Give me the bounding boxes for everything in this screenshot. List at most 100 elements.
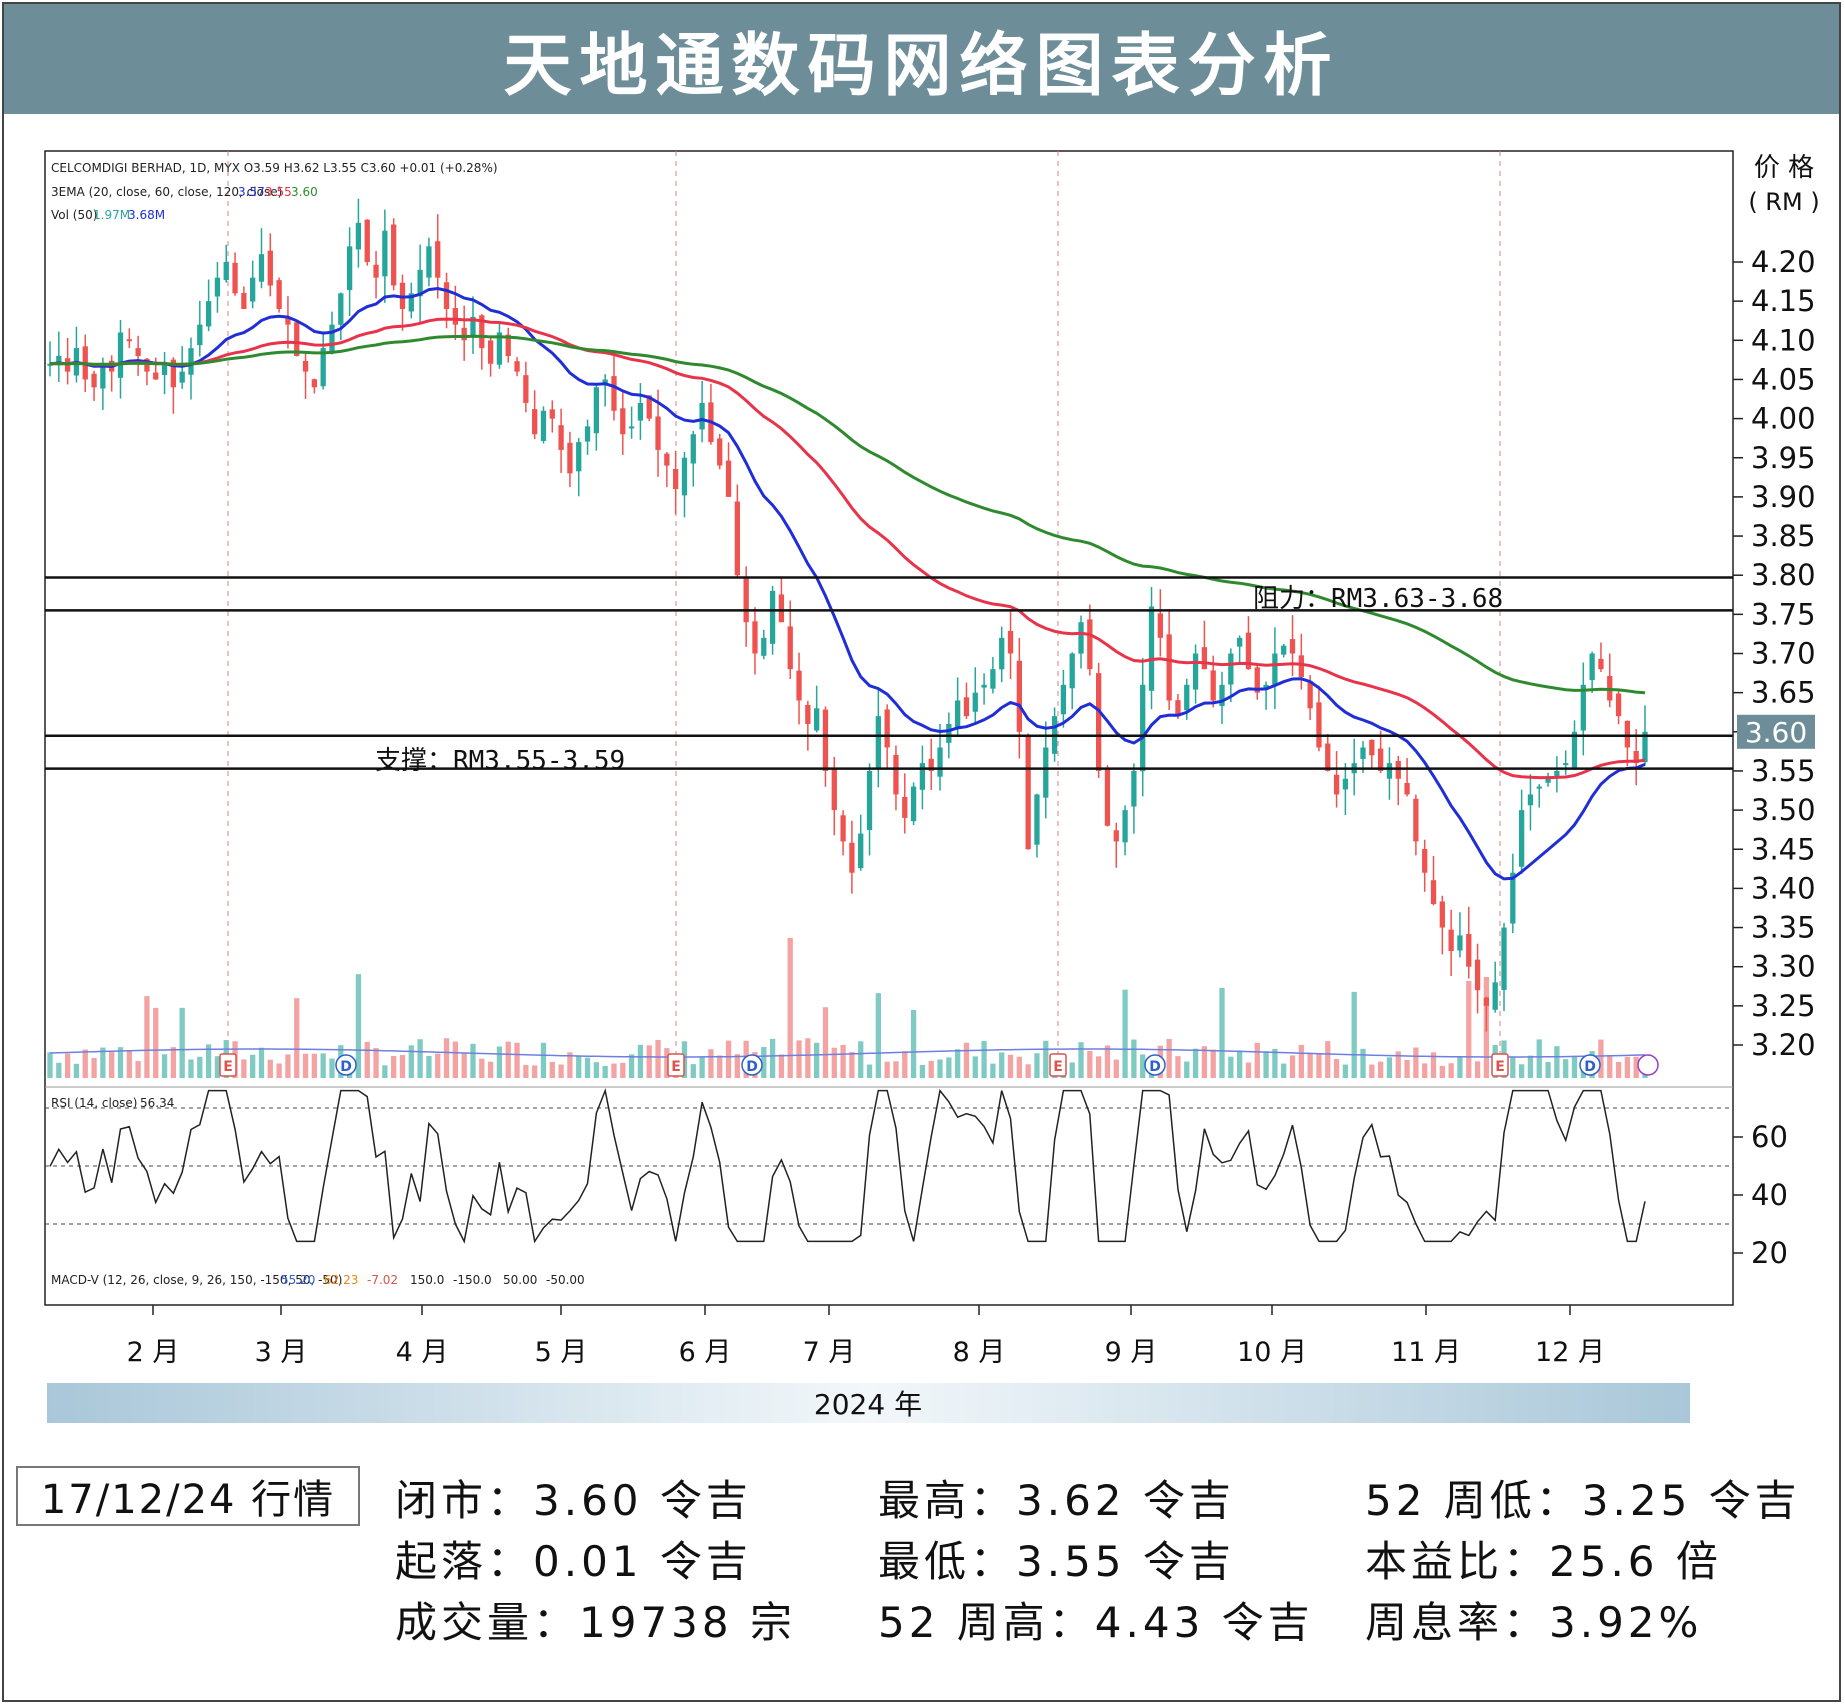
volume-bar <box>144 996 150 1078</box>
price-tick-label: 3.95 <box>1751 441 1816 475</box>
candle-body <box>1157 613 1163 638</box>
macd-value: 50.00 <box>503 1273 537 1287</box>
candle-body <box>276 280 282 309</box>
candle-body <box>576 442 582 472</box>
candle-body <box>1422 849 1428 873</box>
volume-bar <box>408 1045 414 1078</box>
candle-body <box>1430 880 1437 905</box>
candle-body <box>1501 927 1507 990</box>
month-label: 9 月 <box>1105 1337 1158 1368</box>
candle-body <box>1060 684 1067 715</box>
price-tick-label: 3.35 <box>1751 911 1816 945</box>
price-axis-title: 价 格 <box>1754 153 1814 183</box>
candle-body <box>690 434 696 464</box>
volume-bar <box>1510 1057 1516 1078</box>
volume-bar <box>717 1055 723 1078</box>
volume-bar <box>320 1053 326 1078</box>
candle-body <box>1615 693 1622 717</box>
volume-bar <box>258 1047 265 1078</box>
volume-bar <box>179 1007 185 1078</box>
volume-bar <box>1007 1054 1014 1078</box>
stat-change: 起落：0.01 令吉 <box>395 1537 752 1586</box>
candle-body <box>1571 731 1578 770</box>
stat-volume: 成交量：19738 宗 <box>395 1598 796 1647</box>
candle-body <box>532 409 538 435</box>
volume-bar <box>699 1057 705 1078</box>
volume-bar <box>981 1040 987 1078</box>
volume-bar <box>708 1049 714 1078</box>
candle-body <box>1333 774 1340 795</box>
volume-bar <box>1096 1056 1102 1078</box>
candle-body <box>893 754 899 795</box>
volume-bar <box>426 1055 432 1078</box>
volume-bar <box>884 1061 890 1078</box>
macd-value: -50.00 <box>546 1273 585 1287</box>
volume-bar <box>999 1052 1005 1078</box>
candle-body <box>981 684 987 688</box>
candle-body <box>778 594 785 623</box>
volume-bar <box>1474 1061 1481 1078</box>
candle-body <box>972 692 978 712</box>
price-tick-label: 3.75 <box>1751 597 1816 631</box>
volume-bar <box>637 1044 644 1078</box>
month-label: 6 月 <box>679 1337 732 1368</box>
marker-label: E <box>671 1059 681 1075</box>
candle-body <box>664 453 670 466</box>
candle-body <box>1342 778 1349 790</box>
volume-bar <box>593 1062 599 1078</box>
candle-body <box>223 262 229 281</box>
volume-bar <box>1104 1045 1111 1078</box>
price-tick-label: 3.45 <box>1751 832 1816 866</box>
candle-body <box>1281 645 1287 655</box>
volume-bar <box>1457 1057 1463 1078</box>
candle-body <box>250 277 256 302</box>
candle-body <box>611 376 617 411</box>
candle-body <box>1228 653 1234 685</box>
volume-bar <box>805 1038 811 1078</box>
candle-body <box>875 716 881 769</box>
marker-label: D <box>1149 1059 1161 1075</box>
volume-bar <box>1571 1056 1578 1078</box>
volume-bar <box>734 1054 740 1078</box>
candle-body <box>549 409 555 419</box>
legend-vol-value-1: 1.97M <box>93 208 130 222</box>
volume-bar <box>602 1065 608 1078</box>
candle-body <box>1536 786 1542 789</box>
volume-bar <box>1466 980 1472 1078</box>
alert-marker <box>1637 1054 1659 1076</box>
volume-bar <box>611 1063 617 1078</box>
candle-body <box>1007 630 1014 654</box>
candle-body <box>1360 747 1366 759</box>
candle-body <box>673 469 679 490</box>
price-tick-label: 4.00 <box>1751 402 1816 436</box>
volume-bar <box>1087 1050 1093 1078</box>
volume-bar <box>294 998 300 1078</box>
price-tick-label: 3.65 <box>1751 676 1816 710</box>
price-axis-unit: ( RM ) <box>1748 188 1819 216</box>
candle-body <box>822 709 829 771</box>
volume-bar <box>355 974 362 1078</box>
candle-body <box>1404 782 1410 795</box>
price-tick-label: 3.70 <box>1751 637 1816 671</box>
candle-body <box>902 796 908 818</box>
candle-body <box>391 224 397 286</box>
volume-bar <box>725 1040 732 1078</box>
volume-bar <box>937 1059 943 1078</box>
macd-value: -7.02 <box>367 1273 398 1287</box>
candle-body <box>919 763 926 790</box>
macd-value: 150.0 <box>410 1273 444 1287</box>
candle-body <box>188 348 194 375</box>
rsi-tick-label: 40 <box>1751 1178 1788 1212</box>
month-label: 4 月 <box>396 1337 449 1368</box>
candle-body <box>1236 637 1243 647</box>
price-tick-label: 3.20 <box>1751 1028 1816 1062</box>
candle-body <box>197 324 203 346</box>
candle-body <box>1034 794 1040 845</box>
volume-bar <box>82 1049 88 1078</box>
candle-body <box>1369 739 1375 756</box>
volume-bar <box>470 1043 476 1078</box>
volume-bar <box>1386 1057 1393 1078</box>
volume-bar <box>135 1061 141 1078</box>
candle-body <box>1413 798 1419 842</box>
candle-body <box>884 709 890 748</box>
